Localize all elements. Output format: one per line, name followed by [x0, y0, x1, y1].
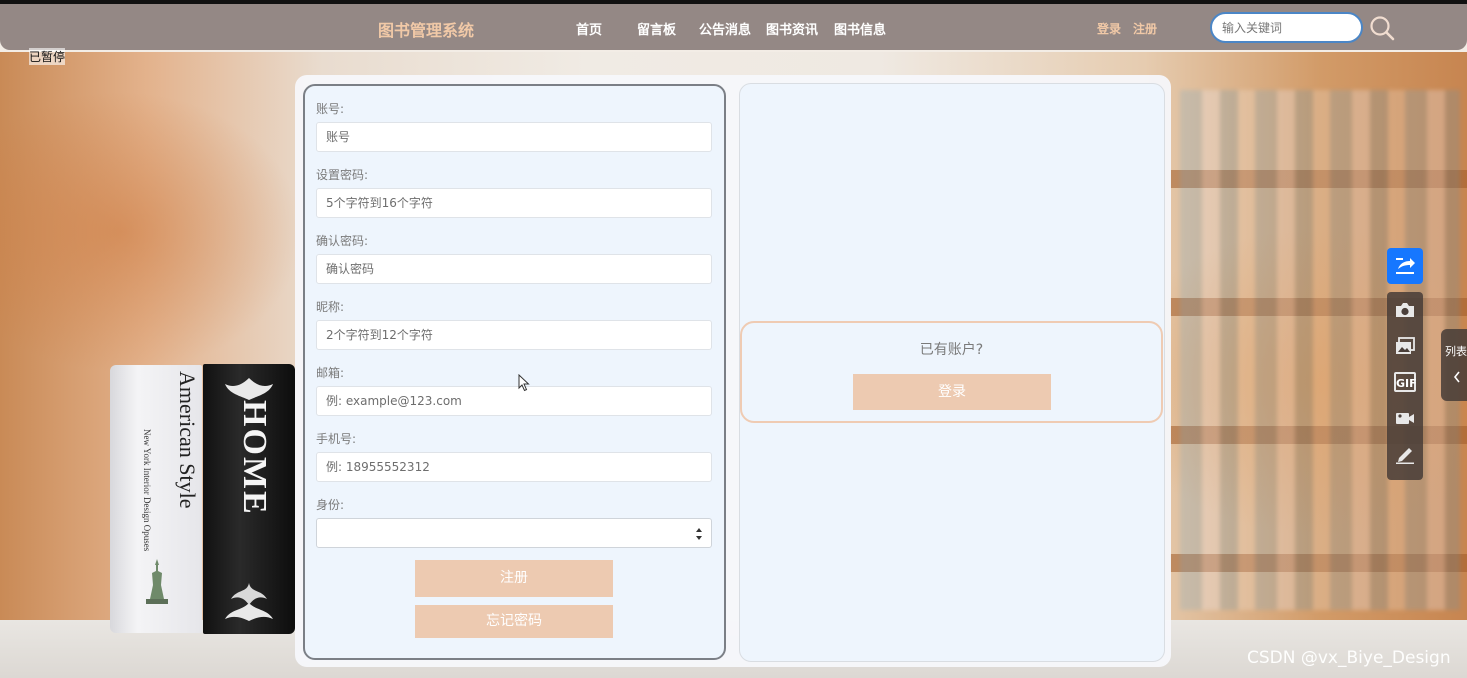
nav-item-home[interactable]: 首页 — [576, 19, 602, 38]
header-login-link[interactable]: 登录 — [1097, 20, 1121, 37]
search-input[interactable] — [1210, 12, 1363, 43]
book-home: HOME — [203, 364, 295, 634]
image-icon[interactable] — [1394, 336, 1416, 356]
statue-of-liberty-icon — [146, 559, 168, 604]
list-tab-label: 列表 — [1445, 345, 1467, 358]
nickname-input[interactable] — [316, 320, 712, 350]
nav-item-announcements[interactable]: 公告消息 — [699, 19, 751, 38]
email-input[interactable] — [316, 386, 712, 416]
share-icon — [1396, 258, 1415, 274]
share-button[interactable] — [1387, 248, 1423, 284]
phone-label: 手机号: — [316, 432, 357, 446]
account-input[interactable] — [316, 122, 712, 152]
capture-toolbar: GIF — [1387, 292, 1423, 480]
header-register-link[interactable]: 注册 — [1133, 20, 1157, 37]
select-arrows-icon — [696, 528, 702, 540]
chevron-left-icon — [1453, 371, 1460, 383]
nickname-label: 昵称: — [316, 300, 345, 314]
nav-item-book-news[interactable]: 图书资讯 — [766, 19, 818, 38]
camera-icon[interactable] — [1394, 300, 1416, 320]
forgot-password-button[interactable]: 忘记密码 — [415, 605, 613, 638]
role-label: 身份: — [316, 498, 345, 512]
password-input[interactable] — [316, 188, 712, 218]
csdn-watermark: CSDN @vx_Biye_Design — [1247, 648, 1451, 668]
account-label: 账号: — [316, 102, 345, 116]
search-icon[interactable] — [1368, 14, 1396, 42]
ornament-top-icon — [225, 378, 273, 400]
site-brand[interactable]: 图书管理系统 — [378, 17, 474, 41]
confirm-password-input[interactable] — [316, 254, 712, 284]
confirm-password-label: 确认密码: — [316, 234, 369, 248]
register-button[interactable]: 注册 — [415, 560, 613, 597]
mouse-cursor-icon — [518, 374, 530, 392]
ornament-bottom-icon — [225, 583, 273, 621]
book-american-style-title: American Style — [175, 371, 200, 509]
nav-item-message-board[interactable]: 留言板 — [637, 19, 676, 38]
top-navbar: 图书管理系统 首页 留言板 公告消息 图书资讯 图书信息 登录 注册 — [0, 4, 1467, 50]
phone-input[interactable] — [316, 452, 712, 482]
book-home-title: HOME — [236, 400, 273, 516]
video-record-icon[interactable] — [1394, 408, 1416, 428]
book-american-style: American Style New York Interior Design … — [110, 365, 202, 633]
password-label: 设置密码: — [316, 168, 369, 182]
pen-edit-icon[interactable] — [1394, 444, 1416, 464]
list-side-tab[interactable]: 列表 — [1441, 329, 1467, 401]
has-account-text: 已有账户? — [919, 342, 984, 358]
email-label: 邮箱: — [316, 366, 345, 380]
role-select[interactable] — [316, 518, 712, 548]
nav-item-book-info[interactable]: 图书信息 — [834, 19, 886, 38]
gif-button[interactable]: GIF — [1394, 372, 1417, 392]
paused-status-label: 已暂停 — [29, 48, 66, 65]
goto-login-button[interactable]: 登录 — [853, 374, 1051, 410]
